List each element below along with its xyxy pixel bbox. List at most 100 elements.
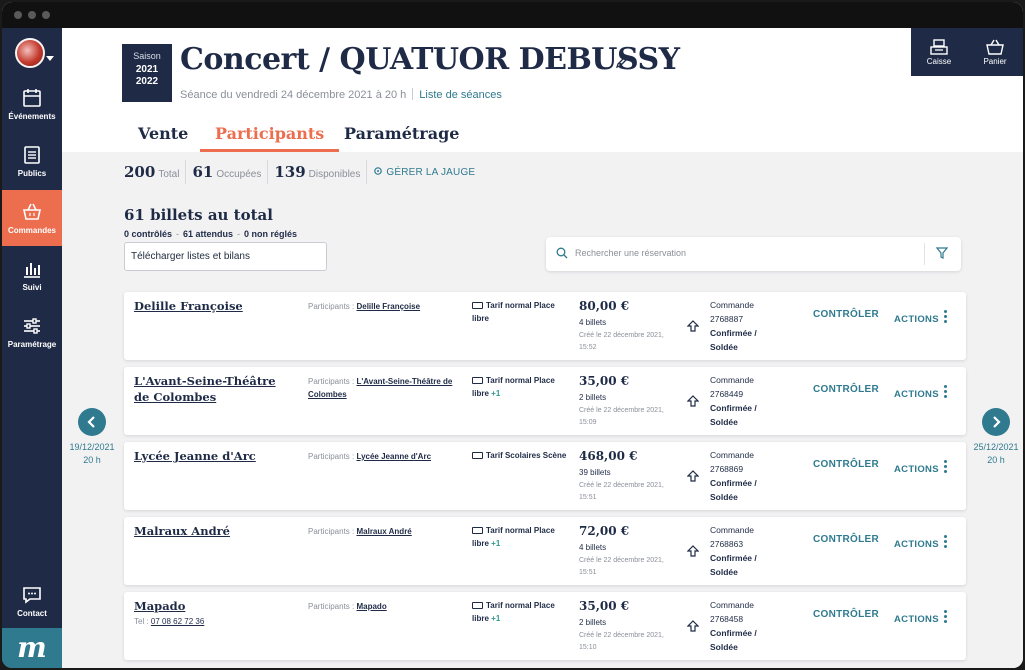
phone-number: Tel : 07 08 62 72 36 — [134, 617, 205, 626]
created-date: Créé le 22 décembre 2021, 15:51 — [579, 557, 664, 576]
chat-icon — [23, 587, 41, 604]
window-close-dot[interactable] — [14, 11, 22, 19]
table-row[interactable]: Mapado Tel : 07 08 62 72 36 Participants… — [124, 592, 966, 660]
table-row[interactable]: Delille Françoise Participants : Delille… — [124, 292, 966, 360]
booking-name[interactable]: Mapado — [134, 598, 292, 614]
bar-chart-icon — [24, 263, 40, 278]
order-info: Commande 2768458 Confirmée / Soldée — [710, 600, 757, 652]
sidebar-item-publics[interactable]: Publics — [2, 133, 62, 189]
actions-button[interactable]: ACTIONS — [894, 385, 947, 400]
chevron-left-icon — [87, 416, 95, 428]
created-date: Créé le 22 décembre 2021, 15:51 — [579, 482, 664, 501]
tab-parametrage[interactable]: Paramétrage — [344, 124, 459, 152]
sidebar-item-contact[interactable]: Contact — [2, 573, 62, 629]
ticket-icon — [472, 527, 483, 534]
participant-link[interactable]: Lycée Jeanne d'Arc — [356, 452, 431, 461]
phone-link[interactable]: 07 08 62 72 36 — [151, 617, 204, 626]
participant-link[interactable]: Malraux André — [356, 527, 411, 536]
brand-logo[interactable]: m — [2, 628, 62, 668]
extra-tarifs[interactable]: +1 — [491, 389, 500, 398]
actions-button[interactable]: ACTIONS — [894, 310, 947, 325]
order-info: Commande 2768887 Confirmée / Soldée — [710, 300, 757, 352]
ticket-icon — [472, 377, 483, 384]
table-row[interactable]: L'Avant-Seine-Théâtre de Colombes Partic… — [124, 367, 966, 435]
chevron-down-icon[interactable] — [46, 56, 54, 61]
next-session-date[interactable]: 25/12/2021 20 h — [968, 441, 1023, 467]
booking-name[interactable]: Malraux André — [134, 523, 292, 539]
stat-available: 139 Disponibles — [274, 162, 361, 181]
more-vertical-icon — [943, 310, 947, 325]
divider — [412, 88, 414, 100]
panier-label: Panier — [983, 57, 1007, 66]
table-row[interactable]: Malraux André Participants : Malraux And… — [124, 517, 966, 585]
caisse-button[interactable]: Caisse — [911, 28, 967, 76]
season-badge: Saison 2021 2022 — [122, 44, 172, 102]
sidebar-item-label: Paramétrage — [7, 340, 57, 349]
sidebar-item-suivi[interactable]: Suivi — [2, 247, 62, 303]
amount: 80,00 € — [579, 299, 630, 313]
sidebar-item-label: Événements — [8, 112, 56, 121]
pencil-icon[interactable] — [615, 55, 629, 69]
sidebar-item-parametrage[interactable]: Paramétrage — [2, 304, 62, 360]
booking-name[interactable]: Delille Françoise — [134, 298, 292, 314]
actions-button[interactable]: ACTIONS — [894, 535, 947, 550]
window-maximize-dot[interactable] — [42, 11, 50, 19]
download-reports-select[interactable]: Télécharger listes et bilans — [124, 242, 327, 271]
order-info: Commande 2768863 Confirmée / Soldée — [710, 525, 757, 577]
divider — [924, 243, 925, 265]
tab-vente[interactable]: Vente — [138, 124, 188, 152]
ticket-count: 4 billets — [579, 543, 607, 552]
upload-arrow-icon[interactable] — [687, 395, 699, 407]
tab-participants[interactable]: Participants — [200, 124, 340, 152]
actions-button[interactable]: ACTIONS — [894, 610, 947, 625]
ticket-icon — [472, 452, 483, 459]
table-row[interactable]: Lycée Jeanne d'Arc Participants : Lycée … — [124, 442, 966, 510]
manage-gauge-link[interactable]: GÉRER LA JAUGE — [373, 166, 475, 178]
basket-icon — [23, 203, 41, 220]
sidebar-item-evenements[interactable]: Événements — [2, 76, 62, 132]
participant-link[interactable]: Delille Françoise — [356, 302, 420, 311]
previous-session-date[interactable]: 19/12/2021 20 h — [64, 441, 120, 467]
control-button[interactable]: CONTRÔLER — [813, 384, 879, 395]
sessions-list-link[interactable]: Liste de séances — [419, 89, 502, 101]
tickets-total-title: 61 billets au total — [124, 206, 273, 224]
control-button[interactable]: CONTRÔLER — [813, 309, 879, 320]
booking-name[interactable]: Lycée Jeanne d'Arc — [134, 448, 292, 464]
booking-name[interactable]: L'Avant-Seine-Théâtre de Colombes — [134, 373, 292, 405]
control-button[interactable]: CONTRÔLER — [813, 609, 879, 620]
ticket-count: 39 billets — [579, 468, 611, 477]
previous-session-button[interactable] — [78, 408, 106, 436]
ticket-count: 2 billets — [579, 618, 607, 627]
control-button[interactable]: CONTRÔLER — [813, 459, 879, 470]
filter-icon[interactable] — [936, 247, 948, 259]
gear-icon — [374, 167, 383, 175]
extra-tarifs[interactable]: +1 — [491, 539, 500, 548]
upload-arrow-icon[interactable] — [687, 320, 699, 332]
ticket-icon — [472, 602, 483, 609]
season-year-start: 2021 — [135, 64, 159, 75]
window-minimize-dot[interactable] — [28, 11, 36, 19]
list-icon — [24, 146, 40, 164]
order-info: Commande 2768449 Confirmée / Soldée — [710, 375, 757, 427]
panier-button[interactable]: Panier — [967, 28, 1023, 76]
search-input[interactable]: Rechercher une réservation — [575, 248, 686, 258]
upload-arrow-icon[interactable] — [687, 545, 699, 557]
control-button[interactable]: CONTRÔLER — [813, 534, 879, 545]
avatar[interactable] — [15, 38, 45, 68]
created-date: Créé le 22 décembre 2021, 15:10 — [579, 632, 664, 651]
actions-button[interactable]: ACTIONS — [894, 460, 947, 475]
upload-arrow-icon[interactable] — [687, 620, 699, 632]
sidebar-item-commandes[interactable]: Commandes — [2, 190, 62, 246]
upload-arrow-icon[interactable] — [687, 470, 699, 482]
ticket-count: 4 billets — [579, 318, 607, 327]
season-label: Saison — [133, 51, 161, 61]
next-session-button[interactable] — [982, 408, 1010, 436]
extra-tarifs[interactable]: +1 — [491, 614, 500, 623]
basket-icon — [986, 39, 1004, 55]
window-titlebar — [2, 2, 1023, 28]
more-vertical-icon — [943, 610, 947, 625]
participant-link[interactable]: Mapado — [356, 602, 386, 611]
app-window: Événements Publics Commandes Suivi Param… — [2, 2, 1023, 668]
sliders-icon — [24, 318, 40, 334]
participants: Participants : Lycée Jeanne d'Arc — [308, 452, 432, 461]
